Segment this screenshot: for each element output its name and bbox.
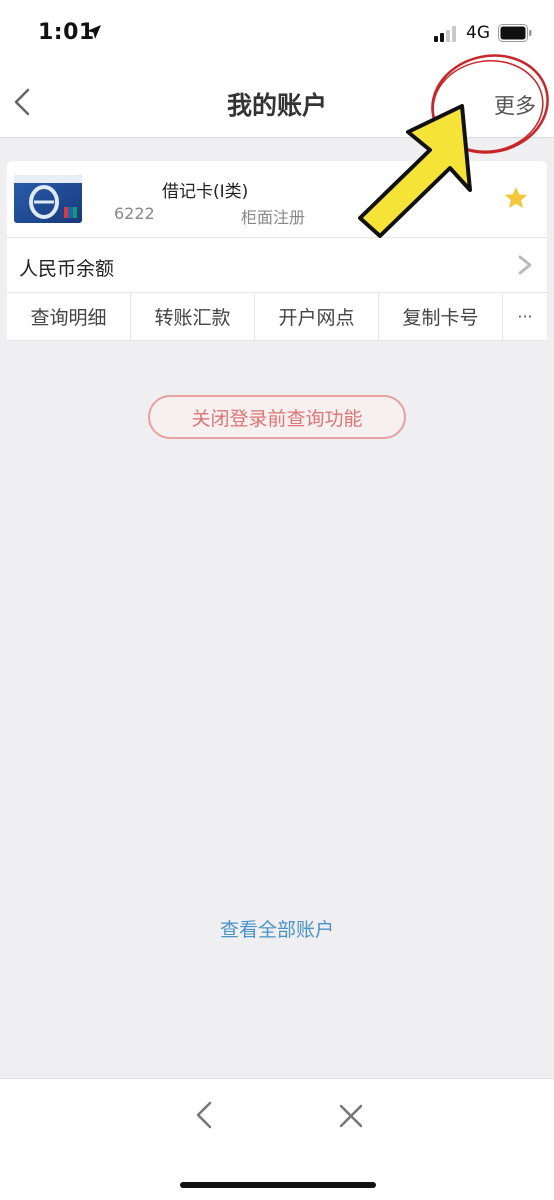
more-button[interactable]: 更多 [494, 90, 536, 120]
signal-icon [434, 26, 456, 42]
bottom-back-icon[interactable] [190, 1097, 218, 1133]
card-type: 借记卡(I类) [162, 182, 249, 202]
view-all-accounts-link[interactable]: 查看全部账户 [0, 915, 554, 942]
star-icon[interactable] [503, 185, 529, 211]
actions-row: 查询明细 转账汇款 开户网点 复制卡号 ··· [7, 293, 547, 341]
query-details-button[interactable]: 查询明细 [7, 293, 131, 340]
bank-card-image [14, 175, 82, 223]
page-title: 我的账户 [226, 91, 327, 120]
more-actions-button[interactable]: ··· [503, 293, 547, 340]
battery-icon [498, 24, 532, 42]
home-indicator[interactable] [180, 1182, 376, 1188]
network-type: 4G [466, 23, 490, 43]
balance-label: 人民币余额 [19, 258, 115, 280]
header: 我的账户 更多 [0, 66, 554, 138]
screen: 1:01 4G 我的账户 更多 借记卡(I类) 6222 柜面注册 人民币余额 … [0, 0, 554, 1200]
card-number: 6222 [114, 204, 155, 223]
close-prelogin-query-button[interactable]: 关闭登录前查询功能 [148, 395, 406, 439]
bottom-toolbar [0, 1078, 554, 1200]
chevron-right-icon [518, 255, 532, 275]
close-icon[interactable] [336, 1101, 366, 1131]
transfer-button[interactable]: 转账汇款 [131, 293, 255, 340]
location-arrow-icon [87, 25, 101, 39]
copy-card-number-button[interactable]: 复制卡号 [379, 293, 503, 340]
balance-row[interactable]: 人民币余额 [7, 238, 547, 293]
account-card-panel: 借记卡(I类) 6222 柜面注册 人民币余额 查询明细 转账汇款 开户网点 复… [7, 161, 547, 341]
branch-button[interactable]: 开户网点 [255, 293, 379, 340]
card-row[interactable]: 借记卡(I类) 6222 柜面注册 [7, 161, 547, 238]
card-registration: 柜面注册 [241, 208, 306, 227]
status-bar: 1:01 4G [0, 0, 554, 66]
